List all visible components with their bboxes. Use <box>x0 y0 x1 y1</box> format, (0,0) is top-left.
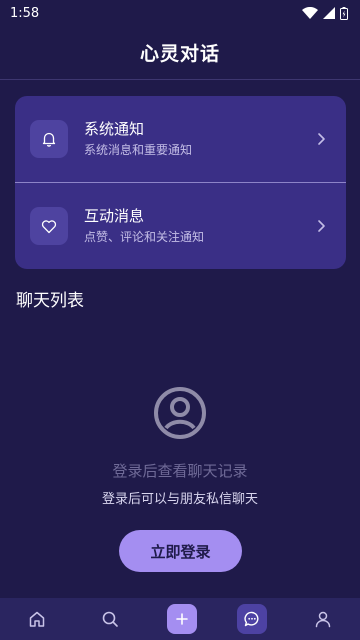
interaction-notification-title: 互动消息 <box>84 207 145 225</box>
system-notification-text: 系统通知 系统消息和重要通知 <box>84 119 306 159</box>
user-circle-icon <box>154 387 206 439</box>
empty-hint: 登录后可以与朋友私信聊天 <box>101 492 258 507</box>
system-notification-subtitle: 系统消息和重要通知 <box>84 143 193 157</box>
interaction-notification-item[interactable]: 互动消息 点赞、评论和关注通知 <box>15 183 346 269</box>
chat-icon <box>243 611 259 627</box>
nav-add[interactable] <box>166 604 197 634</box>
battery-icon <box>340 6 348 20</box>
interaction-notification-text: 互动消息 点赞、评论和关注通知 <box>84 206 306 246</box>
status-time: 1:58 <box>10 5 40 21</box>
heart-icon <box>41 219 57 233</box>
signal-icon <box>323 7 335 19</box>
heart-icon-wrapper <box>30 207 68 245</box>
plus-icon <box>176 613 188 625</box>
interaction-notification-subtitle: 点赞、评论和关注通知 <box>84 230 205 244</box>
page-title: 心灵对话 <box>139 43 220 65</box>
system-notification-title: 系统通知 <box>84 120 145 138</box>
status-bar: 1:58 <box>0 0 360 26</box>
status-icons <box>302 6 348 20</box>
search-icon <box>103 611 119 627</box>
system-notification-item[interactable]: 系统通知 系统消息和重要通知 <box>15 96 346 182</box>
bell-icon-wrapper <box>30 120 68 158</box>
wifi-icon <box>302 7 318 19</box>
header: 心灵对话 <box>0 26 360 80</box>
bell-icon <box>42 132 56 147</box>
home-icon <box>29 611 45 627</box>
chat-list-title: 聊天列表 <box>16 291 84 311</box>
chevron-right-icon <box>306 219 336 233</box>
nav-messages[interactable] <box>236 604 267 634</box>
bottom-nav <box>0 598 360 640</box>
notification-card: 系统通知 系统消息和重要通知 互动消息 点赞、评论和关注通知 <box>15 96 346 269</box>
login-button[interactable]: 立即登录 <box>119 530 242 572</box>
profile-icon <box>315 611 331 628</box>
nav-search[interactable] <box>93 602 127 636</box>
empty-message: 登录后查看聊天记录 <box>112 462 248 480</box>
nav-home[interactable] <box>20 602 54 636</box>
chevron-right-icon <box>306 132 336 146</box>
nav-profile[interactable] <box>306 602 340 636</box>
